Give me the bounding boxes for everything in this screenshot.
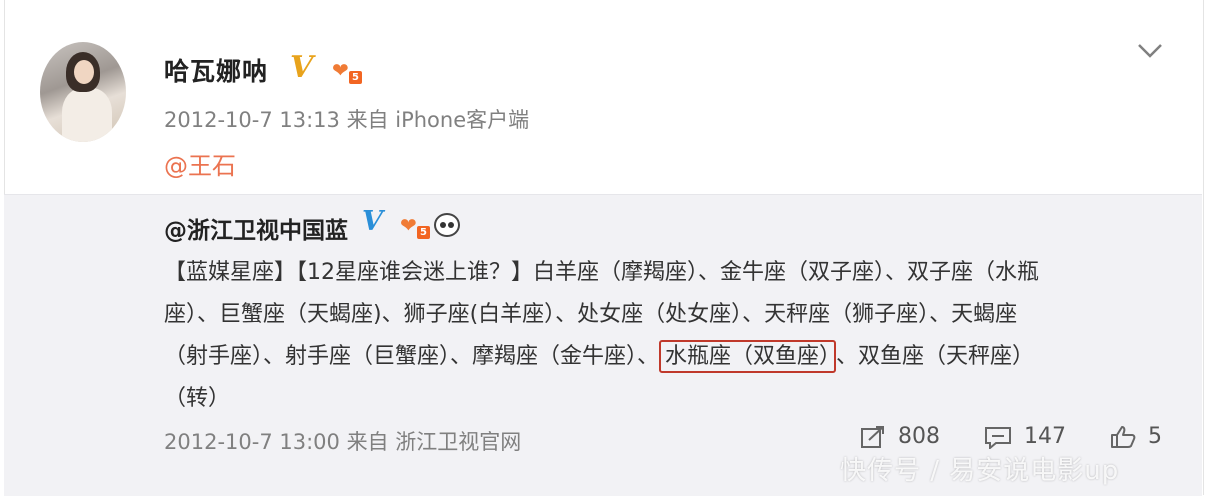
watermark-text: 快传号 / 易安说电影up bbox=[840, 456, 1120, 486]
repost-line: （转） bbox=[164, 386, 231, 411]
repost-meta: 2012-10-7 13:00 来自 浙江卫视官网 bbox=[164, 426, 521, 456]
post-source[interactable]: 来自 iPhone客户端 bbox=[347, 108, 530, 132]
repost-icon bbox=[861, 425, 884, 448]
heart-icon: ❤ bbox=[400, 213, 417, 237]
verified-v-icon: V bbox=[290, 50, 314, 85]
post-author-name[interactable]: 哈瓦娜呐 bbox=[164, 52, 268, 88]
repost-source[interactable]: 来自 浙江卫视官网 bbox=[347, 430, 522, 454]
heart-level-icon[interactable]: ❤ 5 bbox=[332, 58, 362, 84]
comment-icon bbox=[985, 426, 1011, 449]
repost-line: 【蓝媒星座】【12星座谁会迷上谁？】白羊座（摩羯座）、金牛座（双子座）、双子座（… bbox=[164, 260, 1039, 285]
avatar-body bbox=[62, 88, 112, 142]
chevron-down-icon[interactable] bbox=[1136, 40, 1164, 62]
level-number: 5 bbox=[349, 71, 362, 84]
like-count: 5 bbox=[1148, 424, 1162, 449]
post-meta: 2012-10-7 13:13 来自 iPhone客户端 bbox=[164, 104, 529, 134]
verified-v-icon: V bbox=[362, 206, 383, 237]
comment-button[interactable]: 147 bbox=[984, 424, 1066, 449]
repost-count: 808 bbox=[898, 424, 940, 449]
avatar-face bbox=[74, 60, 94, 84]
repost-line-segment: 、双鱼座（天秤座） bbox=[836, 344, 1035, 369]
heart-level-icon[interactable]: ❤ 5 bbox=[400, 213, 430, 239]
repost-line-with-highlight: （射手座）、射手座（巨蟹座）、摩羯座（金牛座）、 水瓶座（双鱼座） 、双鱼座（天秤座… bbox=[164, 336, 1154, 378]
highlighted-phrase: 水瓶座（双鱼座） bbox=[659, 340, 837, 373]
level-number: 5 bbox=[417, 226, 430, 239]
panda-icon bbox=[434, 213, 460, 237]
repost-button[interactable]: 808 bbox=[860, 424, 940, 449]
repost-author-name[interactable]: @浙江卫视中国蓝 bbox=[164, 211, 348, 245]
repost-line-segment: （射手座）、射手座（巨蟹座）、摩羯座（金牛座）、 bbox=[164, 344, 660, 369]
heart-icon: ❤ bbox=[332, 58, 349, 82]
thumbs-up-icon bbox=[1111, 425, 1136, 448]
repost-line: 座）、巨蟹座（天蝎座)、狮子座(白羊座）、处女座（处女座）、天秤座（狮子座）、天… bbox=[164, 302, 1018, 327]
avatar[interactable] bbox=[40, 42, 126, 142]
mention-link[interactable]: @王石 bbox=[164, 146, 236, 181]
post-timestamp[interactable]: 2012-10-7 13:13 bbox=[164, 108, 340, 132]
comment-count: 147 bbox=[1024, 424, 1066, 449]
repost-body: 【蓝媒星座】【12星座谁会迷上谁？】白羊座（摩羯座）、金牛座（双子座）、双子座（… bbox=[164, 252, 1154, 420]
repost-timestamp[interactable]: 2012-10-7 13:00 bbox=[164, 430, 340, 454]
like-button[interactable]: 5 bbox=[1110, 424, 1162, 449]
